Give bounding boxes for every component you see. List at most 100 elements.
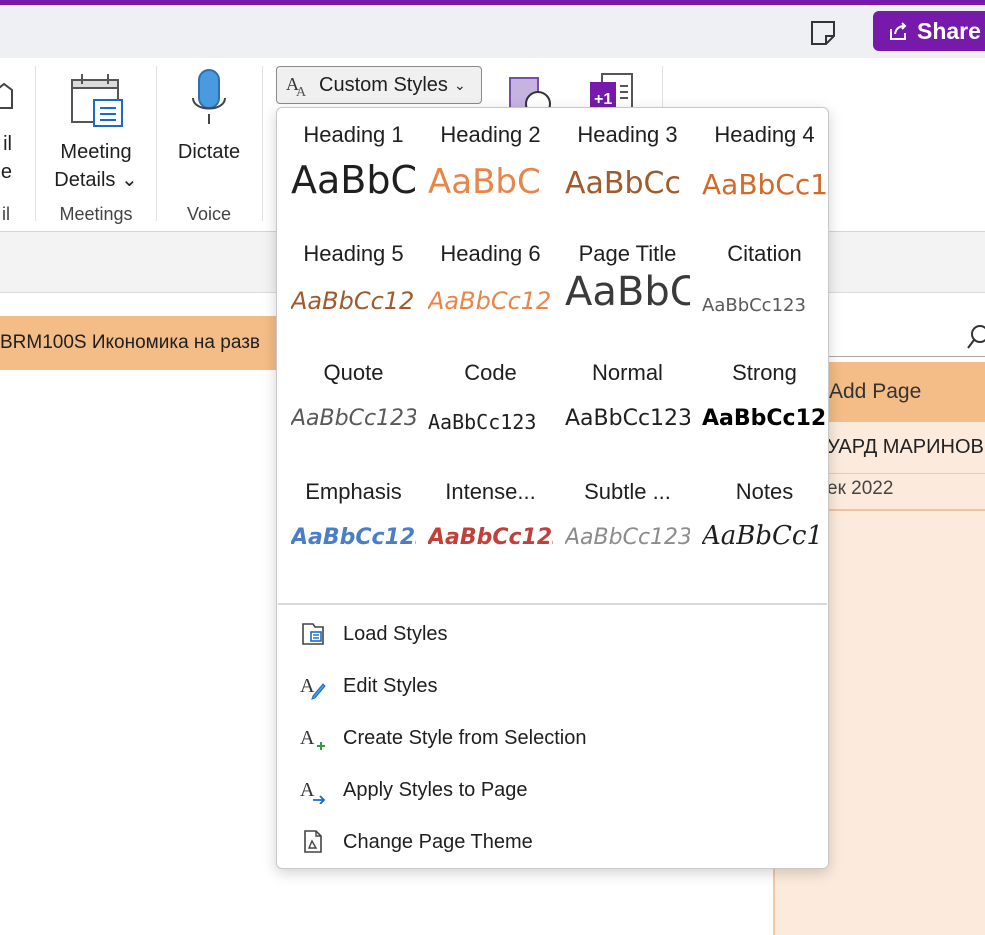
- style-sample: AaBbCc12: [291, 287, 415, 315]
- style-citation-item[interactable]: Citation AaBbCc123: [696, 227, 833, 345]
- menu-separator: [278, 603, 827, 605]
- style-sample: AaBbCc123: [291, 406, 416, 431]
- share-icon: [890, 22, 907, 40]
- style-name: Citation: [727, 241, 802, 266]
- style-name: Page Title: [578, 241, 677, 266]
- style-page-title-item[interactable]: Page Title AaBbC: [559, 227, 696, 345]
- ribbon-separator: [156, 66, 157, 221]
- style-emphasis-item[interactable]: Emphasis AaBbCc123: [285, 465, 422, 583]
- style-name: Heading 5: [303, 241, 404, 266]
- onenote-notebook-icon: +1: [590, 73, 633, 110]
- style-heading-6-item[interactable]: Heading 6 AaBbCc12: [422, 227, 559, 345]
- style-sample: AaBbC: [565, 269, 690, 315]
- style-sample: AaBbCc123: [565, 406, 690, 431]
- style-heading-2-item[interactable]: Heading 2 AaBbC: [422, 108, 559, 226]
- style-name: Heading 2: [440, 122, 541, 147]
- meeting-details-line1: Meeting: [60, 141, 132, 163]
- create-style-label: Create Style from Selection: [343, 726, 587, 749]
- svg-text:A: A: [300, 675, 315, 697]
- style-sample: AaBbC: [291, 158, 416, 202]
- voice-group-label: Voice: [186, 204, 232, 224]
- meeting-details-icon: [71, 74, 123, 127]
- load-styles-item[interactable]: Load Styles: [277, 608, 828, 660]
- section-tab-label: BRM100S Икономика на разв: [0, 332, 260, 353]
- search-icon: [967, 325, 985, 349]
- section-tab[interactable]: BRM100S Икономика на разв: [0, 316, 300, 370]
- style-name: Emphasis: [305, 479, 402, 504]
- style-notes-item[interactable]: Notes AaBbCc1: [696, 465, 833, 583]
- load-styles-label: Load Styles: [343, 622, 448, 645]
- style-sample: AaBbCc1: [702, 168, 827, 201]
- style-heading-1-item[interactable]: Heading 1 AaBbC: [285, 108, 422, 226]
- partial-group-label: il: [2, 204, 10, 224]
- style-quote-item[interactable]: Quote AaBbCc123: [285, 346, 422, 464]
- partial-button-line2[interactable]: e: [0, 158, 12, 186]
- edit-styles-label: Edit Styles: [343, 674, 438, 697]
- svg-text:A: A: [300, 727, 315, 749]
- style-subtle-item[interactable]: Subtle ... AaBbCc123: [559, 465, 696, 583]
- page-name-label: УАРД МАРИНОВ: [827, 436, 984, 458]
- full-page-view-button[interactable]: [806, 16, 840, 50]
- chevron-down-icon: ⌄: [453, 76, 466, 93]
- style-sample: AaBbCc1: [702, 521, 824, 551]
- add-page-label: Add Page: [829, 380, 922, 403]
- style-intense-item[interactable]: Intense... AaBbCc123: [422, 465, 559, 583]
- apply-styles-icon: A: [297, 774, 329, 806]
- style-sample: AaBbC: [428, 162, 541, 202]
- meeting-details-button[interactable]: Meeting Details ⌄: [48, 66, 144, 196]
- edit-styles-item[interactable]: A Edit Styles: [277, 660, 828, 712]
- title-accent-strip: [0, 0, 985, 5]
- style-name: Intense...: [445, 479, 536, 504]
- svg-text:A: A: [296, 85, 307, 98]
- partial-button-line1[interactable]: il: [0, 130, 12, 158]
- ribbon-separator: [35, 66, 36, 221]
- style-sample: AaBbCc123: [428, 525, 553, 550]
- meeting-details-line2: Details ⌄: [54, 169, 138, 191]
- email-page-icon: [0, 82, 13, 109]
- style-name: Strong: [732, 360, 797, 385]
- style-normal-item[interactable]: Normal AaBbCc123: [559, 346, 696, 464]
- apply-styles-item[interactable]: A Apply Styles to Page: [277, 764, 828, 816]
- style-name: Heading 1: [303, 122, 404, 147]
- style-sample: AaBbCc123: [702, 295, 806, 316]
- style-name: Quote: [323, 360, 384, 385]
- meetings-group-label: Meetings: [59, 204, 133, 224]
- style-name: Code: [464, 360, 517, 385]
- style-name: Heading 4: [714, 122, 815, 147]
- change-page-theme-label: Change Page Theme: [343, 830, 533, 853]
- style-sample: AaBbCc123: [565, 525, 690, 550]
- style-strong-item[interactable]: Strong AaBbCc123: [696, 346, 833, 464]
- dictate-label: Dictate: [177, 141, 241, 163]
- edit-styles-icon: A: [297, 670, 329, 702]
- style-sample: AaBbCc123: [291, 525, 416, 550]
- style-name: Notes: [735, 479, 794, 504]
- full-page-view-icon: [811, 21, 835, 45]
- share-button[interactable]: Share: [873, 11, 985, 51]
- load-styles-icon: [297, 618, 329, 650]
- svg-text:A: A: [300, 779, 315, 801]
- page-date-label: ек 2022: [827, 478, 894, 499]
- style-name: Normal: [592, 360, 663, 385]
- custom-styles-label: Custom Styles: [319, 73, 448, 96]
- custom-styles-button[interactable]: A A Custom Styles ⌄: [276, 66, 482, 104]
- style-sample: AaBbCc: [565, 166, 681, 201]
- apply-styles-label: Apply Styles to Page: [343, 778, 528, 801]
- styles-icon: A A: [286, 74, 307, 98]
- change-page-theme-icon: [297, 826, 329, 858]
- svg-text:+1: +1: [594, 91, 612, 108]
- style-sample: AaBbCc123: [428, 410, 537, 434]
- dictate-button[interactable]: Dictate: [168, 66, 250, 196]
- create-style-item[interactable]: A Create Style from Selection: [277, 712, 828, 764]
- style-heading-4-item[interactable]: Heading 4 AaBbCc1: [696, 108, 833, 226]
- style-code-item[interactable]: Code AaBbCc123: [422, 346, 559, 464]
- change-page-theme-item[interactable]: Change Page Theme: [277, 816, 828, 868]
- style-sample: AaBbCc123: [702, 406, 827, 431]
- style-heading-5-item[interactable]: Heading 5 AaBbCc12: [285, 227, 422, 345]
- custom-styles-dropdown: Heading 1 AaBbC Heading 2 AaBbC Heading 3 AaB…: [276, 107, 829, 869]
- style-sample: AaBbCc12: [428, 287, 552, 315]
- style-name: Heading 6: [440, 241, 541, 266]
- style-heading-3-item[interactable]: Heading 3 AaBbCc: [559, 108, 696, 226]
- style-name: Heading 3: [577, 122, 678, 147]
- share-label: Share: [917, 17, 981, 44]
- ribbon-separator: [262, 66, 263, 221]
